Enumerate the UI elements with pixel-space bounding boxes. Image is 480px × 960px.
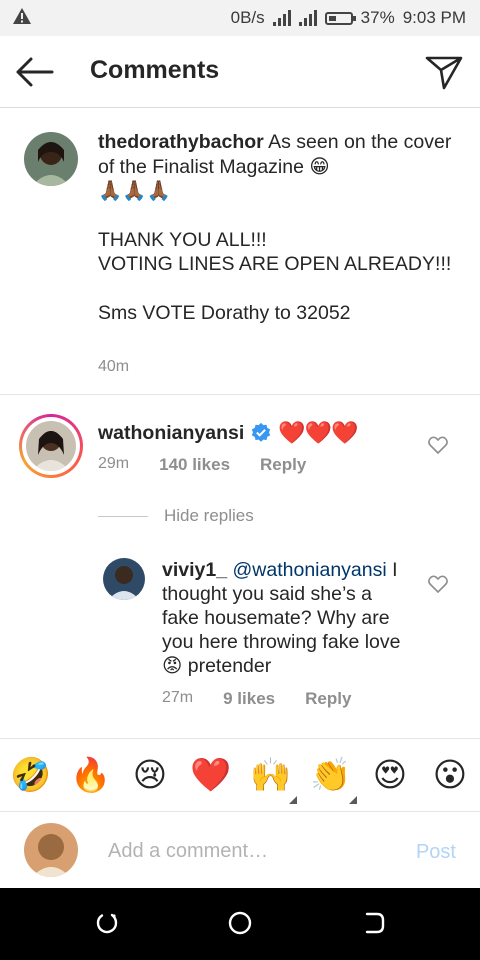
emoji-fire[interactable]: 🔥 [70, 755, 111, 795]
heart-outline-icon[interactable] [428, 436, 448, 454]
emoji-heart-eyes[interactable]: 😍 [370, 755, 410, 795]
caption-body: thedorathybachor As seen on the cover of… [98, 130, 458, 325]
back-button[interactable] [14, 54, 56, 90]
emoji-quick-bar: 🤣 🔥 😢 ❤️ 🙌 👏 😍 😮 [0, 738, 480, 812]
warning-icon [12, 7, 32, 30]
comment-likes[interactable]: 140 likes [159, 455, 230, 475]
avatar [24, 823, 78, 877]
avatar[interactable] [26, 421, 76, 471]
reply-time: 27m [162, 689, 194, 706]
battery-icon [324, 11, 356, 25]
comment-hearts: ❤️❤️❤️ [278, 420, 358, 445]
emoji-crying[interactable]: 😢 [130, 755, 170, 795]
hide-replies-label: Hide replies [164, 506, 254, 525]
caption-thanks: THANK YOU ALL!!! [98, 228, 267, 251]
verified-badge-icon [252, 422, 271, 442]
hide-replies-button[interactable]: Hide replies [98, 506, 254, 526]
system-nav-bar [0, 888, 480, 960]
comment-meta: 29m 140 likes Reply [98, 455, 306, 475]
emoji-surprised[interactable]: 😮 [430, 755, 470, 795]
skin-tone-indicator [289, 796, 297, 804]
skin-tone-indicator [349, 796, 357, 804]
emoji-rofl[interactable]: 🤣 [10, 755, 51, 795]
divider-line [98, 515, 148, 517]
heart-outline-icon[interactable] [428, 575, 448, 593]
post-button[interactable]: Post [416, 841, 456, 864]
back-nav-icon[interactable] [361, 910, 387, 936]
comment-input[interactable]: Add a comment… [108, 840, 268, 863]
reply-mention[interactable]: @wathonianyansi [232, 559, 386, 581]
comment-username[interactable]: wathonianyansi [98, 422, 244, 445]
home-icon[interactable] [227, 910, 253, 936]
reply-meta: 27m 9 likes Reply [162, 689, 351, 709]
caption-time: 40m [98, 358, 130, 375]
arrow-left-icon [16, 57, 54, 87]
reply-body: viviy1_ @wathonianyansi I thought you sa… [162, 558, 412, 678]
comment-text: wathonianyansi ❤️❤️❤️ [98, 420, 358, 446]
clock: 9:03 PM [402, 8, 466, 27]
caption-sms: Sms VOTE Dorathy to 32052 [98, 301, 351, 324]
top-app-bar: Comments [0, 36, 480, 108]
caption-emojis: 🙏🏾🙏🏾🙏🏾 [98, 180, 171, 202]
network-speed: 0B/s [230, 8, 265, 27]
emoji-heart[interactable]: ❤️ [190, 755, 231, 795]
reply-button[interactable]: Reply [260, 455, 306, 475]
share-button[interactable] [424, 52, 464, 92]
emoji-clapping[interactable]: 👏 [310, 755, 351, 795]
battery-percent: 37% [360, 8, 395, 27]
status-bar: 0B/s 37% 9:03 PM [0, 0, 480, 36]
emoji-raising-hands[interactable]: 🙌 [250, 755, 291, 795]
paper-plane-icon [425, 56, 463, 90]
caption-voting: VOTING LINES ARE OPEN ALREADY!!! [98, 253, 452, 275]
reply-reply-button[interactable]: Reply [305, 689, 351, 709]
recents-icon[interactable] [94, 910, 120, 936]
comment-time: 29m [98, 455, 130, 472]
avatar[interactable] [24, 132, 78, 186]
avatar[interactable] [103, 558, 145, 600]
page-title: Comments [90, 56, 220, 84]
comment-composer: Add a comment… Post [0, 812, 480, 888]
reply-likes[interactable]: 9 likes [223, 689, 275, 709]
reply-username[interactable]: viviy1_ [162, 559, 227, 581]
post-caption: thedorathybachor As seen on the cover of… [0, 108, 480, 395]
signal-icon [272, 10, 291, 26]
signal-icon-2 [298, 10, 317, 26]
caption-username[interactable]: thedorathybachor [98, 131, 264, 153]
